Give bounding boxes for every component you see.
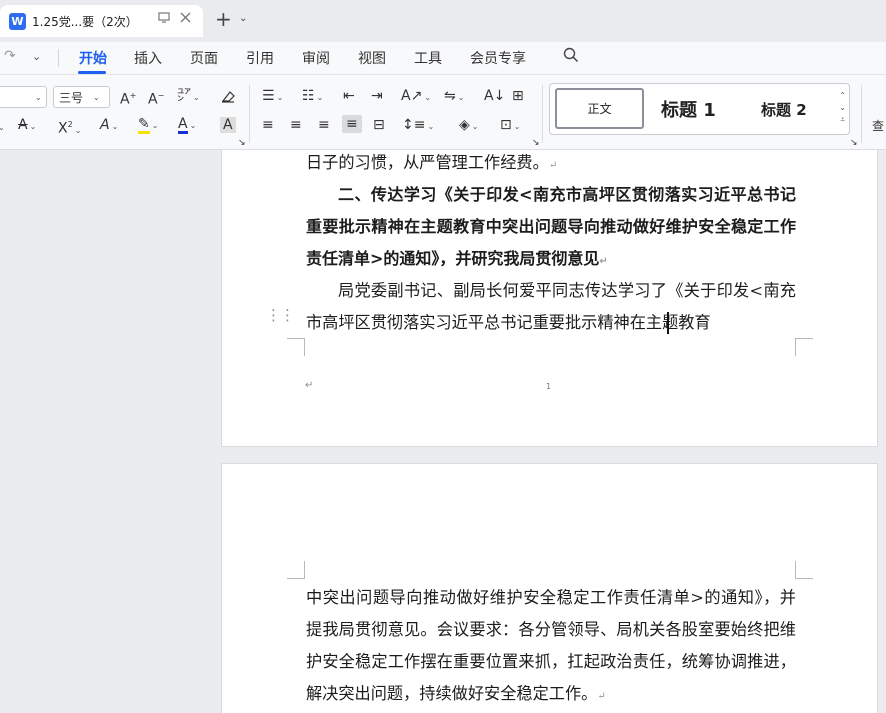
redo-icon[interactable]: ↷ <box>4 48 16 64</box>
ribbon-divider <box>542 85 543 143</box>
body-paragraph[interactable]: 局党委副书记、副局长何爱平同志传达学习了《关于印发<南充市高坪区贯彻落实习近平总… <box>306 275 796 339</box>
ribbon-divider <box>861 85 862 143</box>
font-size-select[interactable]: 三号 ⌄ <box>53 86 110 108</box>
clear-formatting-icon[interactable] <box>220 89 236 106</box>
menu-review[interactable]: 审阅 <box>302 48 330 68</box>
align-right-icon[interactable]: ≡ <box>318 118 330 132</box>
window-mode-icon[interactable] <box>158 12 170 26</box>
distributed-align-icon[interactable]: ⊟ <box>373 118 385 132</box>
style-heading-2[interactable]: 标题 2 <box>761 99 807 120</box>
paragraph-mark: ↵ <box>597 691 606 702</box>
ribbon-divider <box>249 85 250 143</box>
margin-corner-mark <box>287 338 305 356</box>
menu-insert[interactable]: 插入 <box>134 48 162 68</box>
justify-icon[interactable]: ≡ <box>342 115 362 133</box>
styles-gallery: 正文 标题 1 标题 2 ⌃ ⌄ ⩡ <box>549 83 850 135</box>
align-left-icon[interactable]: ≡ <box>262 118 274 132</box>
borders-icon[interactable]: ⊡ ⌄ <box>500 118 520 134</box>
styles-scroll-control[interactable]: ⌃ ⌄ ⩡ <box>839 90 846 126</box>
sort-ascending-icon[interactable]: A↓ <box>484 89 505 103</box>
styles-dialog-launcher-icon[interactable]: ↘ <box>850 136 858 150</box>
menu-view[interactable]: 视图 <box>358 48 386 68</box>
line-spacing-icon[interactable]: ↕≡ ⌄ <box>402 118 434 134</box>
paragraph-mark: ↵ <box>305 380 314 391</box>
font-size-value: 三号 <box>59 90 84 105</box>
shading-icon[interactable]: ◈ ⌄ <box>459 118 478 134</box>
character-shading-icon[interactable]: A <box>220 117 236 133</box>
margin-corner-mark <box>795 338 813 356</box>
font-dialog-launcher-icon[interactable]: ↘ <box>238 136 246 150</box>
increase-font-size-icon[interactable]: A+ <box>120 89 136 107</box>
numbered-list-icon[interactable]: ☷ ⌄ <box>302 89 323 105</box>
find-button[interactable]: 查 <box>872 117 884 134</box>
bullet-list-icon[interactable]: ☰ ⌄ <box>262 89 283 105</box>
chevron-down-icon[interactable]: ⌄ <box>239 13 247 24</box>
menu-references[interactable]: 引用 <box>246 48 274 68</box>
highlight-color-icon[interactable]: ✎ ⌄ <box>138 117 158 134</box>
text-direction-icon[interactable]: A↗ ⌄ <box>401 89 431 105</box>
strikethrough-icon[interactable]: A ⌄ <box>18 118 36 134</box>
show-marks-icon[interactable]: ⊞ <box>512 89 524 103</box>
paragraph-line[interactable]: 日子的习惯，从严管理工作经费。↵ <box>306 147 796 182</box>
menu-page[interactable]: 页面 <box>190 48 218 68</box>
document-tab-title: 1.25党...要（2次） <box>32 14 138 29</box>
drag-handle-icon[interactable]: ⋮⋮ <box>266 308 295 323</box>
phonetic-guide-icon[interactable]: ㍐ ⌄ <box>177 89 200 105</box>
chevron-down-icon: ⌄ <box>93 92 100 102</box>
body-text: 中突出问题导向推动做好维护安全稳定工作责任清单>的通知》，并提我局贯彻意见。会议… <box>306 588 796 703</box>
increase-indent-icon[interactable]: ⇥ <box>371 89 383 103</box>
heading-text: 二、传达学习《关于印发<南充市高坪区贯彻落实习近平总书记重要批示精神在主题教育中… <box>306 185 796 268</box>
text-effect-icon[interactable]: A ⌄ <box>100 118 118 134</box>
style-heading-1[interactable]: 标题 1 <box>661 96 716 122</box>
page-number: 1 <box>546 382 552 391</box>
quick-access-dropdown-icon[interactable]: ⌄ <box>32 50 41 63</box>
ribbon-toolbar: ⌄ 三号 ⌄ A+ A− ㍐ ⌄ ⌄ A ⌄ X2⌄ A ⌄ ✎ ⌄ A ⌄ A ↘ ☰ ⌄… <box>0 75 886 150</box>
font-name-select[interactable]: ⌄ <box>0 86 47 108</box>
body-paragraph[interactable]: 中突出问题导向推动做好维护安全稳定工作责任清单>的通知》，并提我局贯彻意见。会议… <box>306 582 796 713</box>
paragraph-text: 日子的习惯，从严管理工作经费。 <box>306 153 549 172</box>
decrease-font-size-icon[interactable]: A− <box>148 89 164 107</box>
sort-icon[interactable]: ⇋ ⌄ <box>444 89 464 105</box>
document-tab[interactable]: W 1.25党...要（2次） <box>0 5 203 37</box>
close-tab-icon[interactable] <box>180 12 191 26</box>
font-color-icon[interactable]: A ⌄ <box>178 117 196 134</box>
menu-bar: ↷ ⌄ 开始 插入 页面 引用 审阅 视图 工具 会员专享 <box>0 42 886 75</box>
align-center-icon[interactable]: ≡ <box>290 118 302 132</box>
active-menu-indicator <box>78 71 106 74</box>
chevron-down-icon: ⌄ <box>35 92 42 102</box>
text-cursor <box>667 312 669 334</box>
menu-home[interactable]: 开始 <box>79 48 107 68</box>
new-tab-button[interactable]: + <box>215 9 232 29</box>
margin-corner-mark <box>287 561 305 579</box>
paragraph-mark: ↵ <box>548 160 558 171</box>
margin-corner-mark <box>795 561 813 579</box>
menu-member[interactable]: 会员专享 <box>470 48 526 68</box>
chevron-down-icon[interactable]: ⌄ <box>0 119 5 135</box>
style-normal[interactable]: 正文 <box>555 88 644 129</box>
heading-paragraph[interactable]: 二、传达学习《关于印发<南充市高坪区贯彻落实习近平总书记重要批示精神在主题教育中… <box>306 179 796 278</box>
decrease-indent-icon[interactable]: ⇤ <box>343 89 355 103</box>
superscript-icon[interactable]: X2⌄ <box>58 118 81 138</box>
search-icon[interactable] <box>563 47 579 67</box>
body-text: 局党委副书记、副局长何爱平同志传达学习了《关于印发<南充市高坪区贯彻落实习近平总… <box>306 281 796 332</box>
menu-tools[interactable]: 工具 <box>414 48 442 68</box>
paragraph-mark: ↵ <box>599 256 608 267</box>
menu-divider <box>58 49 59 67</box>
writer-app-icon: W <box>9 12 26 30</box>
tab-bar: W 1.25党...要（2次） + ⌄ <box>0 0 886 42</box>
